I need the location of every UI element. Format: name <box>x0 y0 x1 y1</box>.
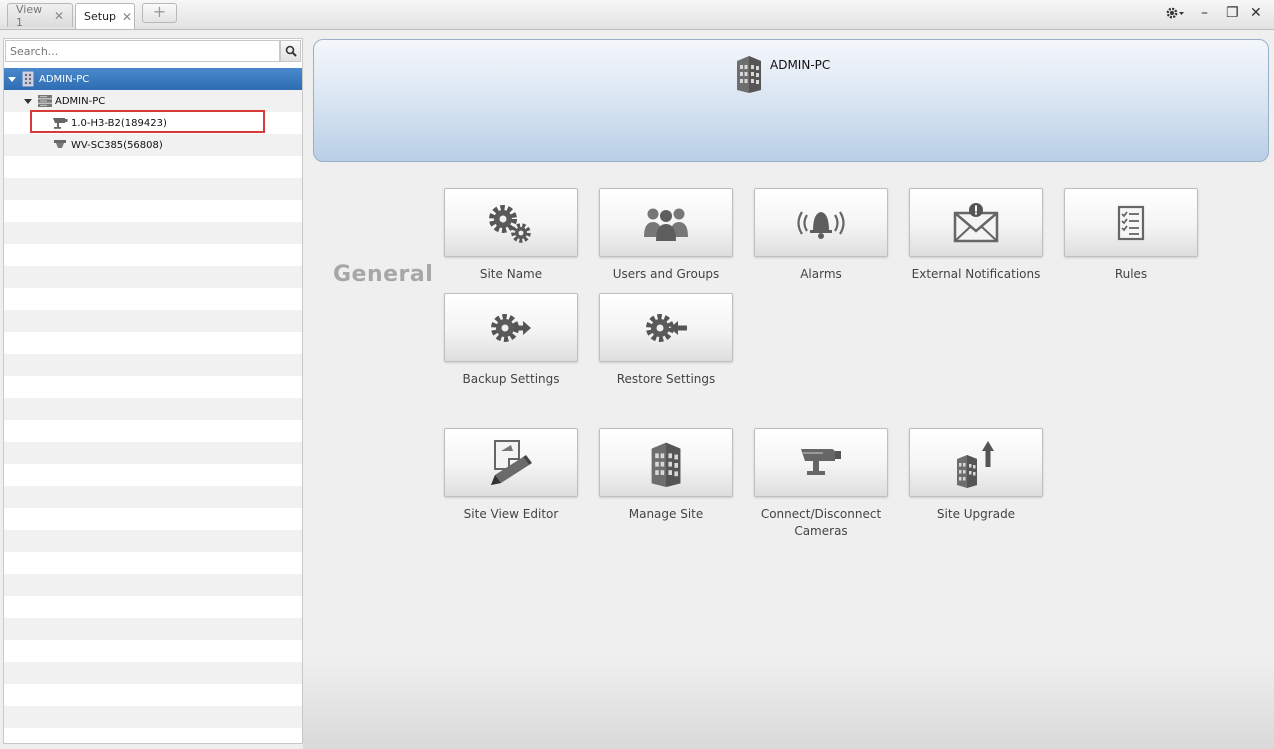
search-input[interactable] <box>5 40 280 62</box>
manage-site-label: Manage Site <box>628 507 704 521</box>
edit-pencil-icon <box>491 439 532 485</box>
alarm-bell-icon <box>797 210 845 239</box>
site-name-button[interactable] <box>444 188 578 257</box>
connect-disconnect-cameras-button[interactable] <box>754 428 888 497</box>
gear-arrow-in-icon <box>646 313 687 342</box>
external-notifications-button[interactable] <box>909 188 1043 257</box>
settings-menu-button[interactable] <box>1165 5 1185 21</box>
building-icon <box>651 442 681 487</box>
restore-settings-label: Restore Settings <box>616 372 716 386</box>
envelope-alert-icon <box>953 202 999 242</box>
tree-item-site[interactable]: ADMIN-PC <box>4 68 302 90</box>
expand-icon[interactable] <box>24 98 32 104</box>
site-upgrade-label: Site Upgrade <box>936 507 1016 521</box>
gear-arrow-out-icon <box>491 313 531 342</box>
tree-item-label: ADMIN-PC <box>39 73 90 85</box>
site-view-editor-button[interactable] <box>444 428 578 497</box>
add-tab-button[interactable]: + <box>142 3 177 23</box>
tab-bar: View 1 ✕ Setup ✕ + – ❐ ✕ <box>0 0 1274 30</box>
gear-icon <box>1166 7 1184 19</box>
tree-background <box>4 68 302 743</box>
rules-button[interactable] <box>1064 188 1198 257</box>
tab-label: View 1 <box>16 2 43 29</box>
external-notifications-label: External Notifications <box>911 267 1041 281</box>
tab-setup[interactable]: Setup ✕ <box>75 3 135 29</box>
site-header-banner: ADMIN-PC <box>313 39 1269 162</box>
tree-item-server[interactable]: ADMIN-PC <box>4 90 302 112</box>
close-window-button[interactable]: ✕ <box>1250 5 1262 21</box>
dome-camera-icon <box>54 140 66 148</box>
close-icon[interactable]: ✕ <box>54 9 64 23</box>
rules-label: Rules <box>1114 267 1148 281</box>
gears-icon <box>489 204 531 243</box>
backup-settings-button[interactable] <box>444 293 578 362</box>
tree-item-label: ADMIN-PC <box>55 95 106 107</box>
search-button[interactable] <box>280 40 301 62</box>
minimize-button[interactable]: – <box>1201 5 1208 21</box>
tab-view-1[interactable]: View 1 ✕ <box>7 2 73 29</box>
connect-disconnect-cameras-label: Connect/Disconnect Cameras <box>760 507 882 538</box>
server-icon <box>38 95 52 107</box>
camera-icon <box>801 448 841 475</box>
manage-site-button[interactable] <box>599 428 733 497</box>
site-tree-panel: ADMIN-PC ADMIN-PC 1.0-H3-B2(189423) WV-S… <box>3 38 303 744</box>
alarms-label: Alarms <box>800 267 842 281</box>
checklist-icon <box>1117 205 1145 240</box>
backup-settings-label: Backup Settings <box>462 372 560 386</box>
tree-item-label: WV-SC385(56808) <box>71 139 163 151</box>
restore-button[interactable]: ❐ <box>1226 5 1239 21</box>
background-gradient <box>303 660 1274 749</box>
site-name-label: Site Name <box>479 267 543 281</box>
section-heading: General <box>333 262 434 287</box>
search-icon <box>285 45 297 57</box>
users-icon <box>644 208 688 241</box>
building-upgrade-icon <box>957 440 994 488</box>
building-icon <box>22 71 34 87</box>
site-upgrade-button[interactable] <box>909 428 1043 497</box>
users-and-groups-button[interactable] <box>599 188 733 257</box>
tab-label: Setup <box>84 10 117 23</box>
alarms-button[interactable] <box>754 188 888 257</box>
tree-item-camera[interactable]: WV-SC385(56808) <box>4 134 302 156</box>
banner-title: ADMIN-PC <box>770 58 831 72</box>
close-icon[interactable]: ✕ <box>122 10 132 24</box>
users-and-groups-label: Users and Groups <box>612 267 720 281</box>
site-view-editor-label: Site View Editor <box>463 507 559 521</box>
site-title: ADMIN-PC <box>734 53 830 93</box>
building-icon <box>737 56 761 93</box>
selection-highlight-box <box>30 110 265 133</box>
restore-settings-button[interactable] <box>599 293 733 362</box>
expand-icon[interactable] <box>8 76 16 82</box>
